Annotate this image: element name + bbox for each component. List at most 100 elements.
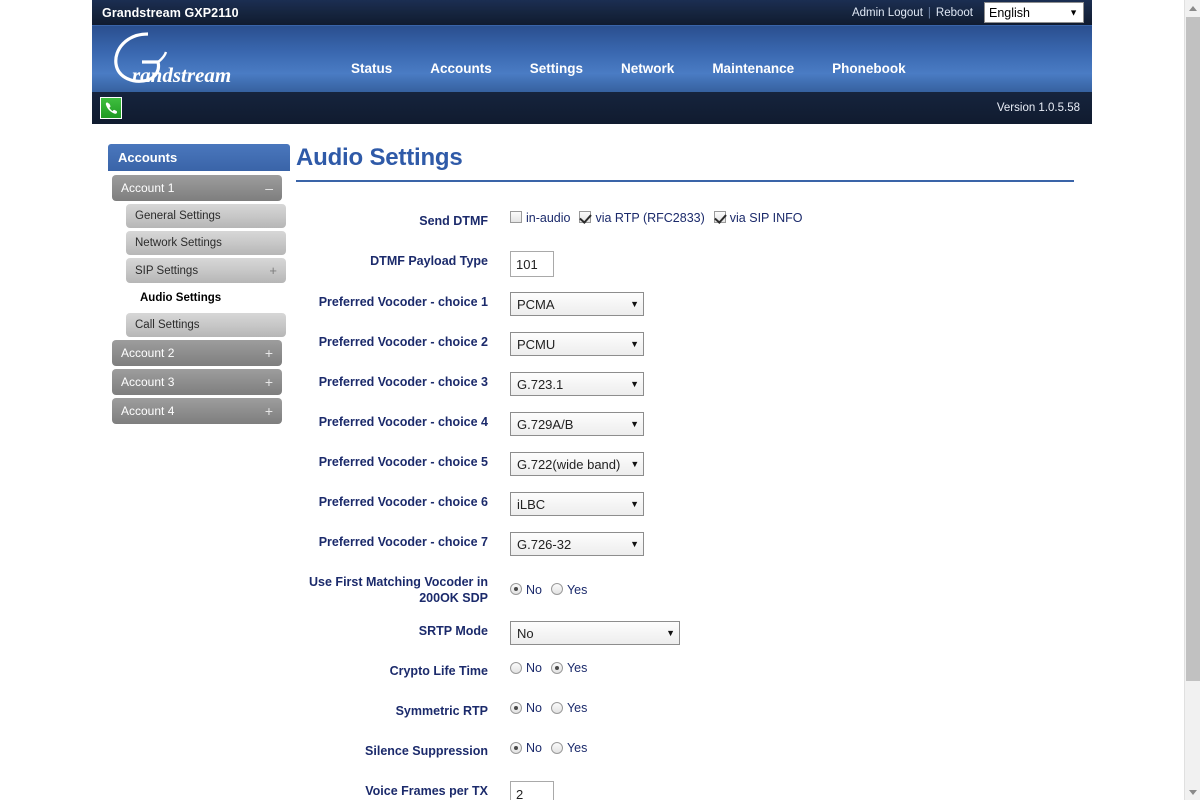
- field-row-vocoder-5: Preferred Vocoder - choice 5 G.722(wide …: [296, 451, 1074, 477]
- srtp-mode-select[interactable]: No ▼: [510, 621, 680, 646]
- crypto-life-time-option-yes[interactable]: Yes: [550, 661, 587, 674]
- field-control: [510, 250, 1074, 277]
- top-admin-actions: Admin Logout | Reboot English ▼: [848, 2, 1084, 23]
- radio-selected-icon[interactable]: [550, 661, 563, 674]
- first-matching-vocoder-option-no[interactable]: No: [510, 583, 542, 596]
- vocoder-2-select[interactable]: PCMU ▼: [510, 332, 644, 356]
- field-label: Voice Frames per TX: [365, 784, 488, 799]
- scroll-down-button[interactable]: [1185, 784, 1200, 800]
- nav-item-accounts[interactable]: Accounts: [411, 57, 511, 80]
- radio-selected-icon[interactable]: [510, 741, 522, 754]
- first-matching-vocoder-option-yes[interactable]: Yes: [550, 583, 587, 596]
- field-row-first-matching-vocoder: Use First Matching Vocoder in 200OK SDP …: [296, 571, 1074, 606]
- field-row-vocoder-2: Preferred Vocoder - choice 2 PCMU ▼: [296, 331, 1074, 357]
- nav-item-network[interactable]: Network: [602, 57, 693, 80]
- expand-plus-icon[interactable]: +: [265, 375, 273, 389]
- field-row-vocoder-3: Preferred Vocoder - choice 3 G.723.1 ▼: [296, 371, 1074, 397]
- silence-suppression-option-yes[interactable]: Yes: [550, 741, 587, 754]
- main-panel: Audio Settings Send DTMF in-audio via RT…: [284, 144, 1092, 800]
- sidebar-item-network-settings[interactable]: Network Settings: [126, 231, 286, 255]
- sidebar-item-sip-settings[interactable]: SIP Settings +: [126, 258, 286, 283]
- vocoder-5-select[interactable]: G.722(wide band) ▼: [510, 452, 644, 476]
- select-value: PCMA: [517, 296, 555, 312]
- send-dtmf-option-via-sip-info[interactable]: via SIP INFO: [713, 211, 803, 225]
- scroll-up-button[interactable]: [1185, 0, 1200, 16]
- vocoder-1-select[interactable]: PCMA ▼: [510, 292, 644, 316]
- field-control: G.729A/B ▼: [510, 411, 1074, 436]
- nav-item-settings[interactable]: Settings: [511, 57, 602, 80]
- field-row-vocoder-6: Preferred Vocoder - choice 6 iLBC ▼: [296, 491, 1074, 517]
- nav-item-maintenance[interactable]: Maintenance: [693, 57, 813, 80]
- top-admin-bar: Grandstream GXP2110 Admin Logout | Reboo…: [92, 0, 1092, 26]
- phone-handset-icon[interactable]: [100, 97, 122, 119]
- field-label: Preferred Vocoder - choice 5: [318, 455, 488, 469]
- reboot-link[interactable]: Reboot: [932, 7, 977, 19]
- admin-logout-link[interactable]: Admin Logout: [848, 7, 927, 19]
- chevron-down-icon: ▼: [630, 538, 639, 549]
- expand-plus-icon[interactable]: +: [265, 346, 273, 360]
- vocoder-6-select[interactable]: iLBC ▼: [510, 492, 644, 516]
- title-divider: [296, 180, 1074, 182]
- radio-selected-icon[interactable]: [510, 701, 522, 714]
- field-control: No ▼: [510, 620, 1074, 646]
- collapse-minus-icon[interactable]: –: [265, 181, 273, 195]
- field-control: [510, 780, 1074, 800]
- vocoder-4-select[interactable]: G.729A/B ▼: [510, 412, 644, 436]
- device-title: Grandstream GXP2110: [102, 5, 239, 20]
- expand-plus-icon[interactable]: +: [265, 404, 273, 418]
- sidebar-item-call-settings[interactable]: Call Settings: [126, 313, 286, 337]
- checkbox-icon[interactable]: [510, 211, 522, 224]
- sidebar-item-audio-settings[interactable]: Audio Settings: [126, 286, 286, 310]
- field-row-vocoder-4: Preferred Vocoder - choice 4 G.729A/B ▼: [296, 411, 1074, 437]
- symmetric-rtp-option-yes[interactable]: Yes: [550, 701, 587, 714]
- sidebar-item-general-settings[interactable]: General Settings: [126, 204, 286, 228]
- radio-icon[interactable]: [550, 741, 563, 754]
- radio-icon[interactable]: [550, 701, 563, 714]
- crypto-life-time-option-no[interactable]: No: [510, 661, 542, 674]
- content-area: Accounts Account 1 – General Settings Ne…: [92, 124, 1092, 800]
- audio-settings-form: Send DTMF in-audio via RTP (RFC2833) via…: [296, 210, 1074, 800]
- sidebar-item-account-4[interactable]: Account 4 +: [112, 398, 282, 424]
- scroll-down-arrow-icon: [1189, 789, 1197, 795]
- option-label: via SIP INFO: [729, 211, 803, 225]
- send-dtmf-option-in-audio[interactable]: in-audio: [510, 211, 570, 224]
- option-label: No: [526, 583, 542, 597]
- symmetric-rtp-option-no[interactable]: No: [510, 701, 542, 714]
- svg-text:randstream: randstream: [132, 63, 231, 87]
- vocoder-7-select[interactable]: G.726-32 ▼: [510, 532, 644, 556]
- field-label: Preferred Vocoder - choice 7: [318, 535, 488, 549]
- send-dtmf-option-via-rtp[interactable]: via RTP (RFC2833): [579, 211, 705, 224]
- page-title: Audio Settings: [296, 144, 463, 171]
- grandstream-logo-icon[interactable]: randstream: [108, 28, 288, 90]
- expand-plus-icon[interactable]: +: [269, 264, 277, 277]
- nav-item-phonebook[interactable]: Phonebook: [813, 57, 925, 80]
- silence-suppression-option-no[interactable]: No: [510, 741, 542, 754]
- sidebar-item-account-1[interactable]: Account 1 –: [112, 175, 282, 201]
- radio-icon[interactable]: [550, 583, 563, 596]
- select-value: PCMU: [517, 336, 556, 352]
- field-control: No Yes: [510, 700, 1074, 714]
- field-label: Preferred Vocoder - choice 2: [318, 335, 488, 349]
- vocoder-3-select[interactable]: G.723.1 ▼: [510, 372, 644, 396]
- main-navigation: Status Accounts Settings Network Mainten…: [332, 57, 925, 92]
- field-label-line-2: 200OK SDP: [419, 590, 488, 605]
- sidebar-item-account-2[interactable]: Account 2 +: [112, 340, 282, 366]
- radio-selected-icon[interactable]: [510, 583, 522, 596]
- sidebar-header: Accounts: [108, 144, 290, 171]
- crypto-life-time-radio-group: No Yes: [510, 661, 592, 674]
- screen-root: Grandstream GXP2110 Admin Logout | Reboo…: [0, 0, 1200, 800]
- sidebar-item-account-3[interactable]: Account 3 +: [112, 369, 282, 395]
- field-label: Silence Suppression: [365, 744, 488, 759]
- dtmf-payload-type-input[interactable]: [510, 251, 554, 277]
- sidebar-item-label: Call Settings: [135, 319, 200, 331]
- field-control: iLBC ▼: [510, 491, 1074, 516]
- option-label: in-audio: [526, 211, 571, 225]
- scrollbar-thumb[interactable]: [1186, 17, 1200, 681]
- checkbox-checked-icon[interactable]: [579, 211, 592, 224]
- nav-item-status[interactable]: Status: [332, 57, 411, 80]
- radio-icon[interactable]: [510, 661, 522, 674]
- page-scrollbar[interactable]: [1184, 0, 1200, 800]
- checkbox-checked-icon[interactable]: [713, 211, 726, 224]
- voice-frames-per-tx-input[interactable]: [510, 781, 554, 800]
- language-select[interactable]: English ▼: [984, 2, 1084, 23]
